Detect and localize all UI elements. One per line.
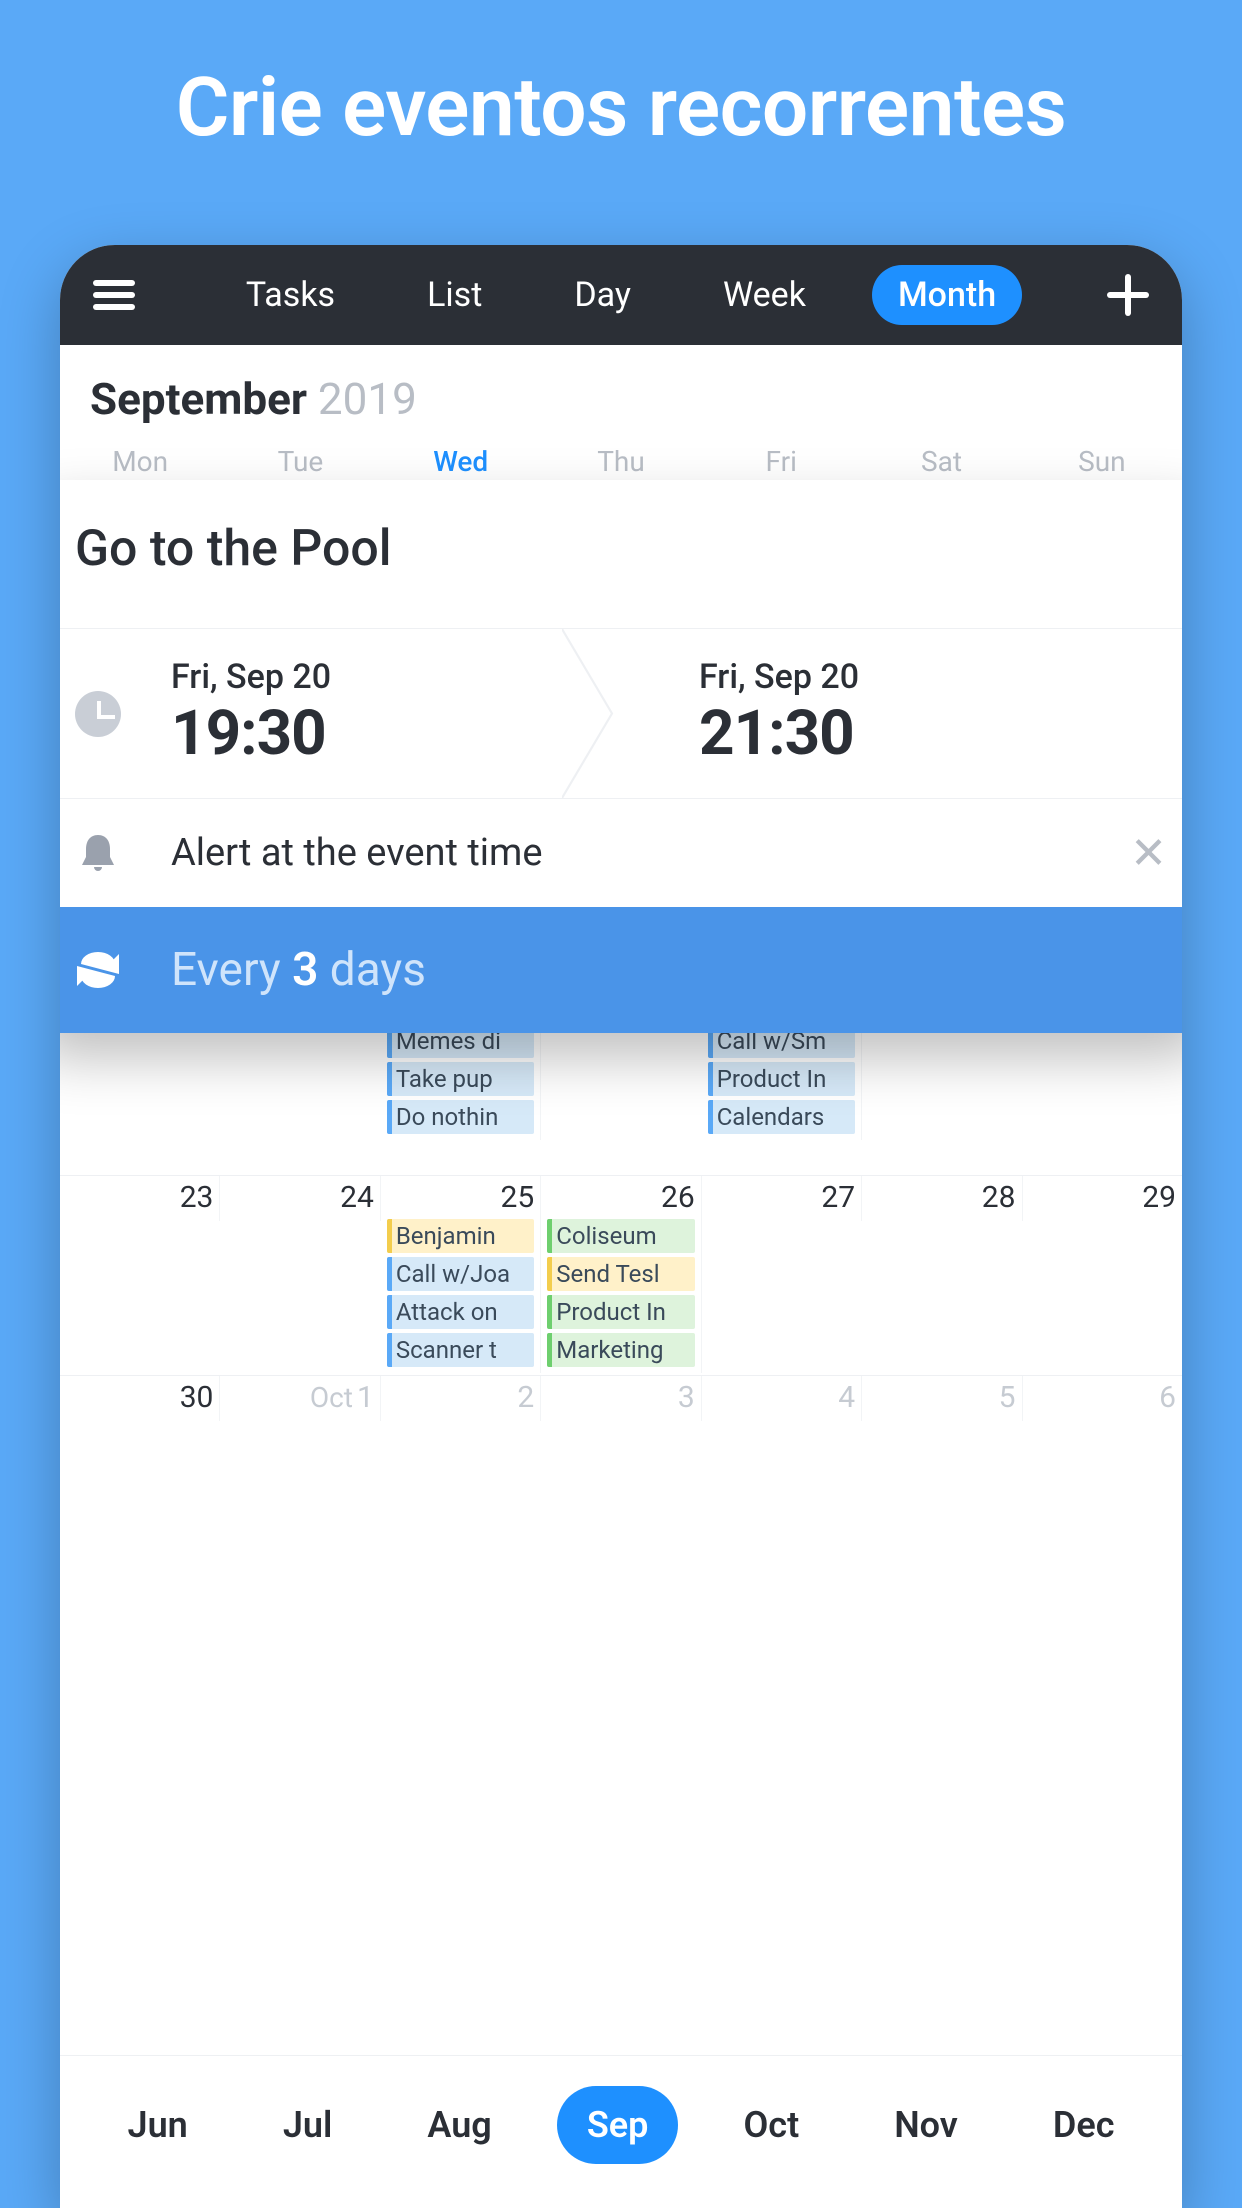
calendar-cell[interactable]: 29	[1023, 1176, 1182, 1221]
tab-month[interactable]: Month	[872, 265, 1022, 325]
end-time: 21:30	[699, 697, 1167, 770]
scrub-month[interactable]: Sep	[557, 2086, 679, 2164]
calendar-row: 23 24 25 Benjamin Call w/Joa Attack on S…	[60, 1175, 1182, 1375]
event-alert-row[interactable]: Alert at the event time ✕	[60, 799, 1182, 907]
scrub-month[interactable]: Dec	[1023, 2086, 1145, 2164]
view-tabs: Tasks List Day Week Month	[148, 265, 1094, 325]
calendar-cell[interactable]: 23	[60, 1176, 220, 1221]
scrub-month[interactable]: Jun	[98, 2086, 218, 2164]
time-separator-icon	[562, 629, 632, 798]
clock-icon	[75, 691, 121, 737]
calendar-cell[interactable]: 4	[702, 1376, 862, 1421]
calendar-row: Memes di Take pup Do nothin Call w/Sm Pr…	[60, 1015, 1182, 1175]
date-number: 23	[66, 1180, 213, 1215]
calendar-cell[interactable]: 30	[60, 1376, 220, 1421]
date-number: 5	[868, 1380, 1015, 1415]
date-number: 28	[868, 1180, 1015, 1215]
event-chip[interactable]: Take pup	[387, 1062, 534, 1096]
event-title[interactable]: Go to the Pool	[60, 480, 1182, 628]
calendar-cell[interactable]: 3	[541, 1376, 701, 1421]
calendar-cell[interactable]: 24	[220, 1176, 380, 1221]
tab-list[interactable]: List	[401, 265, 508, 325]
event-time-row[interactable]: Fri, Sep 20 19:30 Fri, Sep 20 21:30	[60, 628, 1182, 799]
dow-fri: Fri	[701, 439, 861, 484]
scrub-month[interactable]: Nov	[864, 2086, 988, 2164]
marketing-headline: Crie eventos recorrentes	[0, 0, 1242, 156]
calendar-cell[interactable]: 27	[702, 1176, 862, 1221]
recurrence-text: Every 3 days	[171, 943, 426, 997]
add-event-icon[interactable]	[1104, 271, 1152, 319]
navbar: Tasks List Day Week Month	[60, 245, 1182, 345]
month-name: September	[90, 373, 307, 425]
event-chip[interactable]: Product In	[547, 1295, 694, 1329]
event-chip[interactable]: Calendars	[708, 1100, 855, 1134]
calendar-cell[interactable]: Call w/Sm Product In Calendars	[702, 1016, 862, 1140]
calendar-cell[interactable]: 6	[1023, 1376, 1182, 1421]
alert-text: Alert at the event time	[171, 831, 1080, 875]
dow-row: Mon Tue Wed Thu Fri Sat Sun	[60, 439, 1182, 484]
tab-day[interactable]: Day	[548, 265, 657, 325]
scrub-month[interactable]: Aug	[397, 2086, 521, 2164]
event-chip[interactable]: Scanner t	[387, 1333, 534, 1367]
date-number: 2	[387, 1380, 534, 1415]
dow-thu: Thu	[541, 439, 701, 484]
event-chip[interactable]: Call w/Joa	[387, 1257, 534, 1291]
dow-sun: Sun	[1022, 439, 1182, 484]
calendar-cell[interactable]: Oct1	[220, 1376, 380, 1421]
calendar-cell[interactable]: 26 Coliseum Send Tesl Product In Marketi…	[541, 1176, 701, 1373]
scrub-month[interactable]: Oct	[713, 2086, 829, 2164]
date-number: 27	[708, 1180, 855, 1215]
event-chip[interactable]: Product In	[708, 1062, 855, 1096]
date-number: 24	[226, 1180, 373, 1215]
calendar-body: Memes di Take pup Do nothin Call w/Sm Pr…	[60, 1015, 1182, 1575]
date-number: 29	[1029, 1180, 1176, 1215]
calendar-cell[interactable]: 25 Benjamin Call w/Joa Attack on Scanner…	[381, 1176, 541, 1373]
date-number: 4	[708, 1380, 855, 1415]
calendar-cell[interactable]: 5	[862, 1376, 1022, 1421]
end-date: Fri, Sep 20	[699, 657, 1167, 697]
month-year: 2019	[318, 373, 417, 425]
calendar-row: 30 Oct1 2 3 4 5 6	[60, 1375, 1182, 1575]
month-header: September 2019	[60, 345, 1182, 439]
remove-alert-icon[interactable]: ✕	[1130, 831, 1167, 875]
month-scrubber[interactable]: Jun Jul Aug Sep Oct Nov Dec	[60, 2055, 1182, 2208]
event-recurrence-row[interactable]: Every 3 days	[60, 907, 1182, 1033]
recur-icon	[75, 950, 121, 990]
scrub-month[interactable]: Jul	[253, 2086, 363, 2164]
date-number: 6	[1029, 1380, 1176, 1415]
event-chip[interactable]: Coliseum	[547, 1219, 694, 1253]
dow-tue: Tue	[220, 439, 380, 484]
tab-week[interactable]: Week	[697, 265, 832, 325]
event-chip[interactable]: Send Tesl	[547, 1257, 694, 1291]
event-chip[interactable]: Do nothin	[387, 1100, 534, 1134]
calendar-cell[interactable]: Memes di Take pup Do nothin	[381, 1016, 541, 1140]
event-card: Go to the Pool Fri, Sep 20 19:30 Fri, Se…	[60, 480, 1182, 1033]
date-number: 25	[387, 1180, 534, 1215]
event-end[interactable]: Fri, Sep 20 21:30	[639, 657, 1167, 770]
dow-wed: Wed	[381, 439, 541, 484]
bell-icon	[75, 831, 121, 875]
dow-mon: Mon	[60, 439, 220, 484]
event-chip[interactable]: Marketing	[547, 1333, 694, 1367]
calendar-cell[interactable]: 28	[862, 1176, 1022, 1221]
dow-sat: Sat	[861, 439, 1021, 484]
event-chip[interactable]: Attack on	[387, 1295, 534, 1329]
date-number: 26	[547, 1180, 694, 1215]
menu-icon[interactable]	[90, 271, 138, 319]
tab-tasks[interactable]: Tasks	[220, 265, 361, 325]
device-frame: Tasks List Day Week Month September 2019…	[60, 245, 1182, 2208]
date-number: Oct1	[226, 1380, 373, 1415]
date-number: 30	[66, 1380, 213, 1415]
event-chip[interactable]: Benjamin	[387, 1219, 534, 1253]
calendar-cell[interactable]: 2	[381, 1376, 541, 1421]
date-number: 3	[547, 1380, 694, 1415]
